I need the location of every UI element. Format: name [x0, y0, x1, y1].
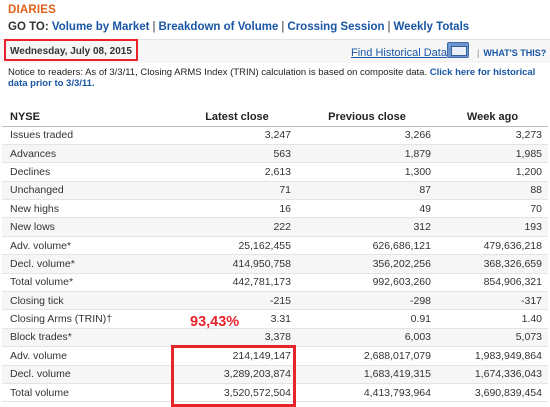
row-value: 193: [437, 217, 548, 237]
row-value: 1,983,949,864: [437, 346, 548, 366]
row-value: 414,950,758: [177, 254, 297, 274]
row-label: Decl. volume*: [2, 254, 177, 274]
row-label: Decl. volume: [2, 365, 177, 384]
table-row: Total volume* 442,781,173 992,603,260 854,9…: [2, 273, 548, 293]
row-value: 1.40: [437, 309, 548, 329]
row-value: 1,300: [297, 162, 437, 182]
table-row: New highs 16 49 70: [2, 199, 548, 219]
row-label: Block trades*: [2, 328, 177, 348]
row-label: Total volume*: [2, 273, 177, 293]
row-label: Declines: [2, 162, 177, 182]
row-value: 1,985: [437, 144, 548, 164]
link-crossing-session[interactable]: Crossing Session: [287, 21, 384, 33]
row-value: -317: [437, 291, 548, 311]
row-value: 1,674,336,043: [437, 365, 548, 384]
row-label: Issues traded: [2, 126, 177, 145]
volume-highlight-box: [171, 345, 296, 407]
goto-nav: GO TO: Volume by Market | Breakdown of Vol…: [8, 21, 470, 33]
col-header-latest-close: Latest close: [177, 109, 297, 127]
whats-this-label[interactable]: WHAT'S THIS?: [483, 48, 546, 58]
table-row: New lows 222 312 193: [2, 217, 548, 237]
row-value: 854,906,321: [437, 273, 548, 293]
row-value: -298: [297, 291, 437, 311]
notice-text: Notice to readers: As of 3/3/11, Closing…: [8, 67, 428, 78]
table-row: Adv. volume* 25,162,455 626,686,121 479,636…: [2, 236, 548, 256]
row-label: Closing Arms (TRIN)†: [2, 309, 177, 329]
row-value: -215: [177, 291, 297, 311]
link-weekly-totals[interactable]: Weekly Totals: [394, 21, 470, 33]
whats-this-link[interactable]: | WHAT'S THIS?: [477, 48, 546, 58]
row-label: Advances: [2, 144, 177, 164]
calendar-icon[interactable]: [447, 42, 469, 58]
row-value: 3,273: [437, 126, 548, 145]
row-value: 6,003: [297, 328, 437, 348]
link-volume-by-market[interactable]: Volume by Market: [52, 21, 150, 33]
row-value: 25,162,455: [177, 236, 297, 256]
row-value: 479,636,218: [437, 236, 548, 256]
row-value: 1,200: [437, 162, 548, 182]
row-value: 356,202,256: [297, 254, 437, 274]
row-value: 49: [297, 199, 437, 219]
row-value: 70: [437, 199, 548, 219]
row-value: 0.91: [297, 309, 437, 329]
notice-to-readers: Notice to readers: As of 3/3/11, Closing…: [8, 67, 543, 89]
row-label: Unchanged: [2, 181, 177, 201]
row-value: 626,686,121: [297, 236, 437, 256]
row-value: 222: [177, 217, 297, 237]
table-row: Closing tick -215 -298 -317: [2, 291, 548, 311]
row-value: 3,690,839,454: [437, 383, 548, 403]
row-label: Total volume: [2, 383, 177, 403]
col-header-week-ago: Week ago: [437, 109, 548, 127]
row-label: New lows: [2, 217, 177, 237]
row-label: New highs: [2, 199, 177, 219]
row-value: 5,073: [437, 328, 548, 348]
table-row: Advances 563 1,879 1,985: [2, 144, 548, 164]
row-label: Adv. volume: [2, 346, 177, 366]
row-value: 368,326,659: [437, 254, 548, 274]
table-header-row: NYSE Latest close Previous close Week ag…: [2, 109, 548, 127]
row-label: Closing tick: [2, 291, 177, 311]
page-title: DIARIES: [8, 4, 57, 16]
row-label: Adv. volume*: [2, 236, 177, 256]
row-value: 4,413,793,964: [297, 383, 437, 403]
table-row: Unchanged 71 87 88: [2, 181, 548, 201]
col-header-previous-close: Previous close: [297, 109, 437, 127]
row-value: 312: [297, 217, 437, 237]
row-value: 87: [297, 181, 437, 201]
row-value: 442,781,173: [177, 273, 297, 293]
diaries-header: DIARIES GO TO: Volume by Market | Breakdow…: [0, 0, 550, 38]
table-row: Declines 2,613 1,300 1,200: [2, 162, 548, 182]
row-value: 2,688,017,079: [297, 346, 437, 366]
percent-annotation: 93,43%: [190, 314, 240, 330]
table-row: Decl. volume* 414,950,758 356,202,256 368,3…: [2, 254, 548, 274]
row-value: 1,879: [297, 144, 437, 164]
row-value: 1,683,419,315: [297, 365, 437, 384]
table-row: Block trades* 3,378 6,003 5,073: [2, 328, 548, 348]
find-historical-data-link[interactable]: Find Historical Data: [351, 47, 447, 59]
row-value: 3,378: [177, 328, 297, 348]
link-breakdown-of-volume[interactable]: Breakdown of Volume: [158, 21, 278, 33]
row-value: 563: [177, 144, 297, 164]
table-row: Issues traded 3,247 3,266 3,273: [2, 126, 548, 145]
row-value: 3,266: [297, 126, 437, 145]
date-highlight-box: [4, 39, 138, 61]
row-value: 992,603,260: [297, 273, 437, 293]
row-value: 71: [177, 181, 297, 201]
row-value: 88: [437, 181, 548, 201]
col-header-market: NYSE: [2, 109, 177, 127]
row-value: 2,613: [177, 162, 297, 182]
goto-label: GO TO:: [8, 21, 49, 33]
table-row: Closing Arms (TRIN)† 3.31 0.91 1.40: [2, 309, 548, 329]
row-value: 16: [177, 199, 297, 219]
row-value: 3,247: [177, 126, 297, 145]
